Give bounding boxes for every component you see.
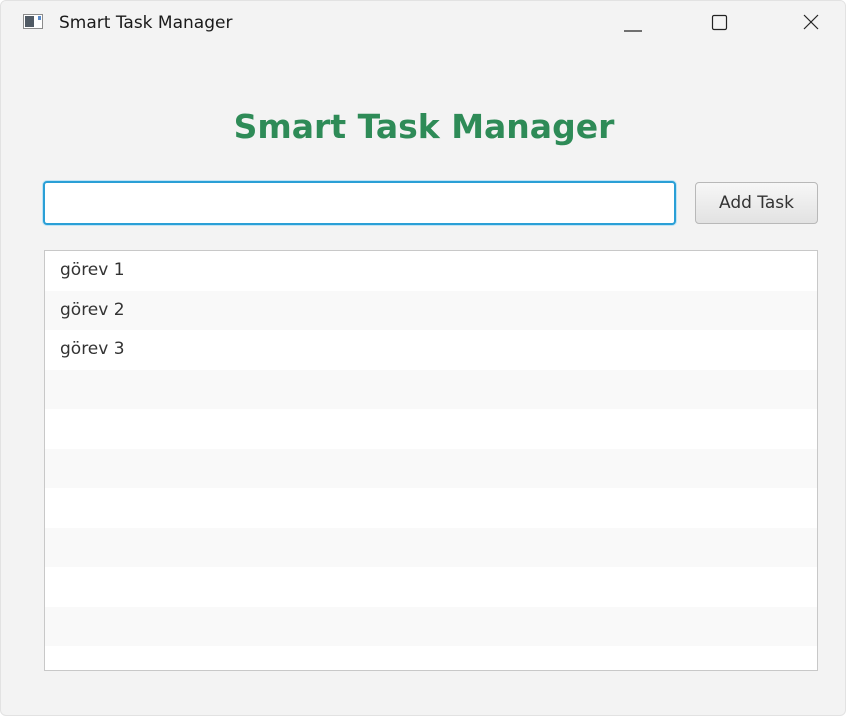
empty-list-row: [45, 488, 817, 528]
window-title: Smart Task Manager: [59, 13, 233, 33]
minimize-button[interactable]: [592, 1, 652, 45]
empty-list-row: [45, 606, 817, 646]
add-task-button[interactable]: Add Task: [695, 182, 818, 224]
list-item[interactable]: görev 3: [45, 330, 817, 370]
maximize-button[interactable]: [691, 1, 751, 45]
close-button[interactable]: [781, 1, 841, 45]
task-list[interactable]: görev 1 görev 2 görev 3: [44, 250, 818, 671]
empty-list-row: [45, 646, 817, 670]
app-window: Smart Task Manager Smart Task Manager Ad…: [0, 0, 846, 716]
close-icon: [803, 14, 819, 30]
empty-list-row: [45, 448, 817, 488]
empty-list-row: [45, 409, 817, 449]
app-window-icon: [23, 14, 43, 29]
minimize-icon: [624, 30, 642, 32]
empty-list-row: [45, 527, 817, 567]
list-item[interactable]: görev 2: [45, 290, 817, 330]
maximize-icon: [711, 14, 728, 31]
empty-list-row: [45, 567, 817, 607]
page-title: Smart Task Manager: [233, 107, 615, 146]
task-input[interactable]: [43, 181, 676, 225]
list-item[interactable]: görev 1: [45, 251, 817, 291]
empty-list-row: [45, 369, 817, 409]
title-bar[interactable]: Smart Task Manager: [1, 1, 845, 45]
